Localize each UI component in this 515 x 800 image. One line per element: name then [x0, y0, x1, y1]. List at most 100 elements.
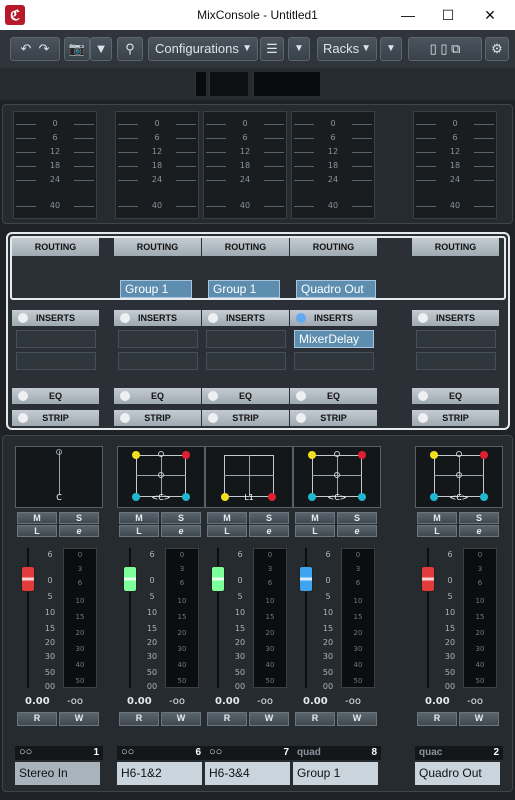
volume-fader[interactable]: [299, 566, 313, 592]
routing-output[interactable]: Quadro Out: [296, 280, 376, 298]
strip-bypass-led[interactable]: [418, 413, 428, 423]
inserts-header[interactable]: INSERTS: [290, 310, 377, 326]
insert-slot[interactable]: [206, 352, 286, 370]
channel-name[interactable]: Stereo In: [15, 762, 100, 785]
strip-header[interactable]: STRIP: [412, 410, 499, 426]
peak-value[interactable]: -oo: [257, 696, 273, 707]
listen-button[interactable]: L: [417, 525, 457, 537]
listen-button[interactable]: L: [207, 525, 247, 537]
solo-button[interactable]: S: [459, 512, 499, 524]
eq-bypass-led[interactable]: [296, 391, 306, 401]
write-button[interactable]: W: [249, 712, 289, 726]
write-button[interactable]: W: [459, 712, 499, 726]
panner[interactable]: C: [15, 446, 103, 508]
panner[interactable]: L1: [205, 446, 293, 508]
mute-button[interactable]: M: [207, 512, 247, 524]
read-button[interactable]: R: [207, 712, 247, 726]
mute-button[interactable]: M: [417, 512, 457, 524]
volume-value[interactable]: 0.00: [215, 696, 240, 707]
racks-dropdown[interactable]: Racks ▼: [317, 37, 377, 61]
listen-button[interactable]: L: [17, 525, 57, 537]
inserts-header[interactable]: INSERTS: [114, 310, 201, 326]
write-button[interactable]: W: [161, 712, 201, 726]
volume-fader[interactable]: [421, 566, 435, 592]
channel-name[interactable]: H6-1&2: [117, 762, 202, 785]
read-button[interactable]: R: [417, 712, 457, 726]
insert-slot[interactable]: MixerDelay: [294, 330, 374, 348]
insert-slot[interactable]: [118, 352, 198, 370]
edit-button[interactable]: e: [59, 525, 99, 537]
snapshot-button[interactable]: 📷: [64, 37, 90, 61]
configurations-list-button[interactable]: ☰: [260, 37, 284, 61]
redo-icon[interactable]: ↷: [39, 41, 50, 56]
channel-name[interactable]: H6-3&4: [205, 762, 290, 785]
minimize-icon[interactable]: —: [397, 4, 419, 26]
settings-panel-icon[interactable]: ⧉: [451, 41, 460, 56]
read-button[interactable]: R: [17, 712, 57, 726]
volume-value[interactable]: 0.00: [127, 696, 152, 707]
panner[interactable]: <C>: [293, 446, 381, 508]
volume-fader[interactable]: [211, 566, 225, 592]
eq-bypass-led[interactable]: [418, 391, 428, 401]
channel-overview[interactable]: [0, 68, 515, 100]
inserts-header[interactable]: INSERTS: [412, 310, 499, 326]
strip-bypass-led[interactable]: [120, 413, 130, 423]
read-button[interactable]: R: [119, 712, 159, 726]
routing-header[interactable]: ROUTING: [114, 238, 201, 256]
peak-value[interactable]: -oo: [169, 696, 185, 707]
volume-fader[interactable]: [21, 566, 35, 592]
peak-value[interactable]: -oo: [67, 696, 83, 707]
mute-button[interactable]: M: [17, 512, 57, 524]
strip-header[interactable]: STRIP: [202, 410, 289, 426]
solo-button[interactable]: S: [249, 512, 289, 524]
inserts-bypass-led[interactable]: [418, 313, 428, 323]
strip-header[interactable]: STRIP: [290, 410, 377, 426]
search-button[interactable]: ⚲: [117, 37, 143, 61]
volume-value[interactable]: 0.00: [303, 696, 328, 707]
settings-button[interactable]: ⚙: [485, 37, 509, 61]
eq-bypass-led[interactable]: [18, 391, 28, 401]
eq-header[interactable]: EQ: [202, 388, 289, 404]
channel-name[interactable]: Group 1: [293, 762, 378, 785]
strip-header[interactable]: STRIP: [114, 410, 201, 426]
insert-slot[interactable]: [416, 330, 496, 348]
undo-icon[interactable]: ↶: [20, 41, 31, 56]
edit-button[interactable]: e: [337, 525, 377, 537]
panner[interactable]: <C>: [415, 446, 503, 508]
insert-slot[interactable]: [294, 352, 374, 370]
maximize-icon[interactable]: ☐: [437, 4, 459, 26]
insert-slot[interactable]: [416, 352, 496, 370]
eq-bypass-led[interactable]: [120, 391, 130, 401]
eq-bypass-led[interactable]: [208, 391, 218, 401]
inserts-bypass-led[interactable]: [120, 313, 130, 323]
routing-header[interactable]: ROUTING: [12, 238, 99, 256]
write-button[interactable]: W: [59, 712, 99, 726]
listen-button[interactable]: L: [119, 525, 159, 537]
strip-bypass-led[interactable]: [18, 413, 28, 423]
snapshot-dropdown[interactable]: ▼: [90, 37, 112, 61]
strip-header[interactable]: STRIP: [12, 410, 99, 426]
solo-button[interactable]: S: [337, 512, 377, 524]
listen-button[interactable]: L: [295, 525, 335, 537]
volume-value[interactable]: 0.00: [25, 696, 50, 707]
solo-button[interactable]: S: [161, 512, 201, 524]
panner[interactable]: <C>: [117, 446, 205, 508]
racks-more-dropdown[interactable]: ▼: [380, 37, 402, 61]
peak-value[interactable]: -oo: [345, 696, 361, 707]
insert-slot[interactable]: [206, 330, 286, 348]
routing-header[interactable]: ROUTING: [412, 238, 499, 256]
eq-header[interactable]: EQ: [12, 388, 99, 404]
inserts-bypass-led[interactable]: [208, 313, 218, 323]
insert-slot[interactable]: [118, 330, 198, 348]
edit-button[interactable]: e: [161, 525, 201, 537]
eq-header[interactable]: EQ: [114, 388, 201, 404]
volume-fader[interactable]: [123, 566, 137, 592]
routing-output[interactable]: Group 1: [120, 280, 192, 298]
configurations-dropdown[interactable]: Configurations ▼: [148, 37, 258, 61]
right-zone-icon[interactable]: ▯: [440, 41, 447, 56]
routing-output[interactable]: Group 1: [208, 280, 280, 298]
eq-header[interactable]: EQ: [412, 388, 499, 404]
insert-slot[interactable]: [16, 352, 96, 370]
strip-bypass-led[interactable]: [208, 413, 218, 423]
channel-name[interactable]: Quadro Out: [415, 762, 500, 785]
